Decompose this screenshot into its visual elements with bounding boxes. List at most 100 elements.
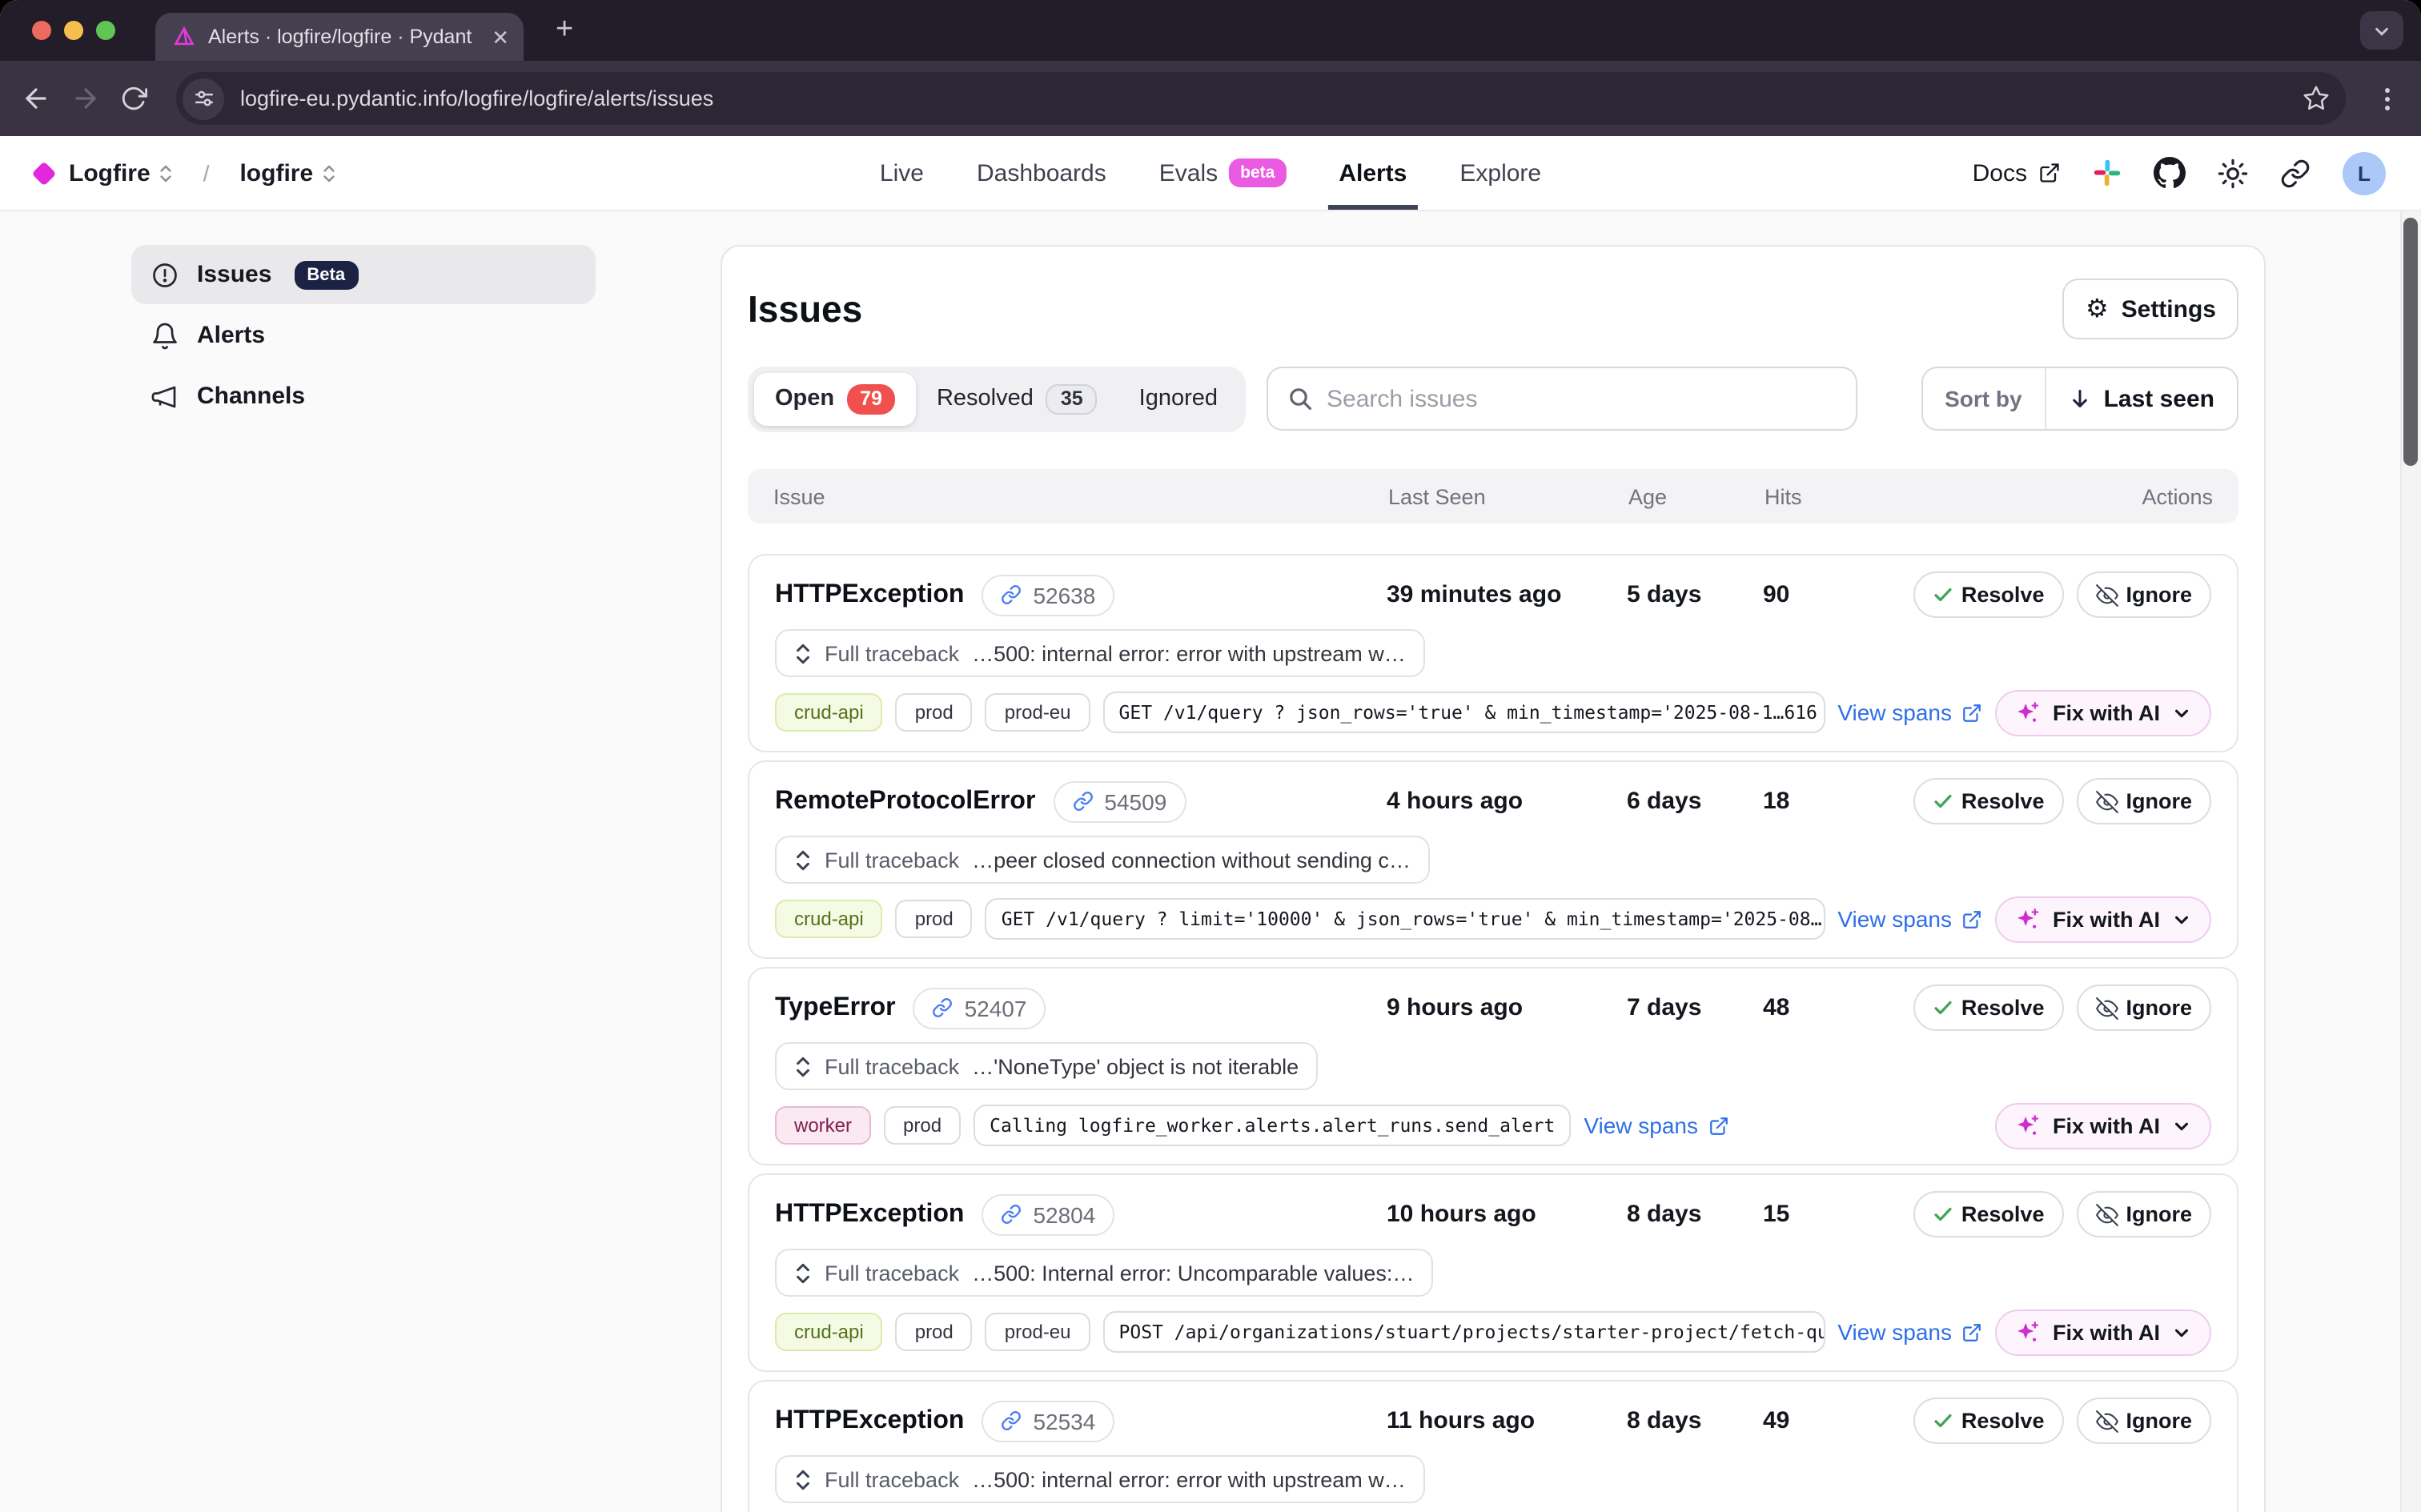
browser-tab[interactable]: Alerts · logfire/logfire · Pydant ✕ [155, 13, 524, 61]
nav-tab-alerts[interactable]: Alerts [1339, 136, 1407, 210]
traceback-message: …peer closed connection without sending … [972, 848, 1411, 872]
search-box[interactable] [1266, 367, 1857, 431]
macos-close-button[interactable] [32, 21, 51, 40]
resolve-button[interactable]: Resolve [1913, 1398, 2064, 1444]
fix-with-ai-button[interactable]: Fix with AI [1995, 1309, 2211, 1355]
main-nav: Live Dashboards Evalsbeta Alerts Explore [880, 136, 1541, 210]
reload-icon[interactable] [120, 85, 147, 112]
theme-sun-icon[interactable] [2218, 158, 2248, 188]
bookmark-star-icon[interactable] [2303, 85, 2330, 112]
fix-with-ai-button[interactable]: Fix with AI [1995, 689, 2211, 736]
back-icon[interactable] [21, 83, 51, 114]
org-name: Logfire [69, 159, 151, 186]
issue-id-chip[interactable]: 52638 [982, 574, 1114, 616]
issue-id-chip[interactable]: 52534 [982, 1400, 1114, 1442]
ignore-button[interactable]: Ignore [2076, 1398, 2211, 1444]
ignore-button[interactable]: Ignore [2076, 1191, 2211, 1237]
ignore-button[interactable]: Ignore [2076, 985, 2211, 1031]
sidebar-item-label: Alerts [197, 322, 265, 349]
nav-tab-live[interactable]: Live [880, 136, 924, 210]
fix-with-ai-button[interactable]: Fix with AI [1995, 896, 2211, 942]
browser-tab-strip: Alerts · logfire/logfire · Pydant ✕ + [0, 0, 2421, 61]
sort-control[interactable]: Sort by Last seen [1921, 367, 2238, 431]
settings-button[interactable]: ⚙ Settings [2063, 279, 2238, 339]
col-hits: Hits [1765, 484, 1917, 508]
macos-zoom-button[interactable] [96, 21, 115, 40]
nav-tab-explore[interactable]: Explore [1459, 136, 1541, 210]
filter-row: Open 79 Resolved 35 Ignored S [748, 363, 2238, 434]
sparkle-icon [2016, 907, 2040, 931]
last-seen-value: 39 minutes ago [1387, 581, 1627, 608]
site-settings-icon[interactable] [183, 78, 224, 119]
hits-value: 49 [1763, 1407, 1915, 1434]
last-seen-value: 10 hours ago [1387, 1201, 1627, 1228]
page-scrollbar[interactable] [2400, 211, 2421, 1512]
issue-id-chip[interactable]: 52407 [913, 987, 1046, 1029]
slack-icon[interactable] [2093, 158, 2122, 187]
resolved-count-badge: 35 [1046, 383, 1098, 414]
issue-row: HTTPException 52638 39 minutes ago 5 day… [748, 554, 2238, 752]
browser-menu-icon[interactable] [2375, 86, 2400, 111]
fix-with-ai-button[interactable]: Fix with AI [1995, 1102, 2211, 1149]
issue-id-chip[interactable]: 52804 [982, 1193, 1114, 1235]
full-traceback-toggle[interactable]: Full traceback …peer closed connection w… [775, 836, 1430, 884]
issue-row: HTTPException 52534 11 hours ago 8 days … [748, 1380, 2238, 1512]
view-spans-link[interactable]: View spans [1837, 1319, 1982, 1345]
tab-search-button[interactable] [2360, 11, 2403, 50]
resolve-button[interactable]: Resolve [1913, 1191, 2064, 1237]
sidebar-item-label: Issues [197, 261, 271, 288]
full-traceback-toggle[interactable]: Full traceback …500: internal error: err… [775, 629, 1425, 677]
logfire-favicon [173, 26, 195, 48]
org-selector[interactable]: Logfire [69, 159, 173, 186]
new-tab-button[interactable]: + [556, 13, 573, 48]
full-traceback-toggle[interactable]: Full traceback …500: Internal error: Unc… [775, 1249, 1433, 1297]
resolve-button[interactable]: Resolve [1913, 985, 2064, 1031]
sidebar-item-channels[interactable]: Channels [131, 367, 596, 426]
environment-tag: worker [775, 1106, 871, 1145]
docs-link[interactable]: Docs [1973, 159, 2061, 186]
environment-tag: prod-eu [986, 693, 1090, 732]
sort-value[interactable]: Last seen [2046, 368, 2237, 429]
macos-minimize-button[interactable] [64, 21, 83, 40]
ignore-button[interactable]: Ignore [2076, 778, 2211, 824]
check-icon [1933, 1410, 1953, 1431]
environment-tag: prod [896, 900, 973, 938]
external-link-icon [1961, 908, 1982, 929]
age-value: 7 days [1627, 994, 1763, 1021]
issue-tags: workerprod [775, 1106, 961, 1145]
age-value: 5 days [1627, 581, 1763, 608]
user-avatar[interactable]: L [2343, 151, 2386, 195]
tab-ignored[interactable]: Ignored [1118, 375, 1239, 423]
breadcrumb-divider: / [203, 160, 210, 186]
search-input[interactable] [1327, 385, 1836, 412]
full-traceback-toggle[interactable]: Full traceback …500: internal error: err… [775, 1455, 1425, 1503]
view-spans-link[interactable]: View spans [1837, 700, 1982, 725]
external-link-icon [1961, 1321, 1982, 1342]
scrollbar-thumb[interactable] [2403, 218, 2418, 466]
ignore-button[interactable]: Ignore [2076, 572, 2211, 618]
github-icon[interactable] [2154, 157, 2186, 189]
traceback-message: …'NoneType' object is not iterable [972, 1054, 1299, 1078]
unfold-icon [159, 162, 173, 183]
tab-open[interactable]: Open 79 [754, 372, 916, 425]
sidebar-item-issues[interactable]: Issues Beta [131, 245, 596, 304]
forward-icon[interactable] [70, 83, 101, 114]
sidebar-item-alerts[interactable]: Alerts [131, 306, 596, 365]
nav-tab-evals[interactable]: Evalsbeta [1159, 136, 1287, 210]
address-bar[interactable]: logfire-eu.pydantic.info/logfire/logfire… [176, 72, 2346, 125]
nav-tab-dashboards[interactable]: Dashboards [977, 136, 1106, 210]
full-traceback-toggle[interactable]: Full traceback …'NoneType' object is not… [775, 1042, 1318, 1090]
traceback-message: …500: Internal error: Uncomparable value… [972, 1261, 1414, 1285]
resolve-button[interactable]: Resolve [1913, 572, 2064, 618]
issue-id-chip[interactable]: 54509 [1053, 780, 1186, 822]
tab-resolved[interactable]: Resolved 35 [916, 372, 1118, 425]
view-spans-link[interactable]: View spans [1584, 1113, 1728, 1138]
share-link-icon[interactable] [2280, 158, 2311, 188]
view-spans-link[interactable]: View spans [1837, 906, 1982, 932]
col-last-seen: Last Seen [1388, 484, 1628, 508]
project-selector[interactable]: logfire [239, 159, 335, 186]
resolve-button[interactable]: Resolve [1913, 778, 2064, 824]
external-link-icon [1708, 1115, 1728, 1136]
tab-close-icon[interactable]: ✕ [492, 26, 509, 47]
environment-tag: crud-api [775, 900, 883, 938]
